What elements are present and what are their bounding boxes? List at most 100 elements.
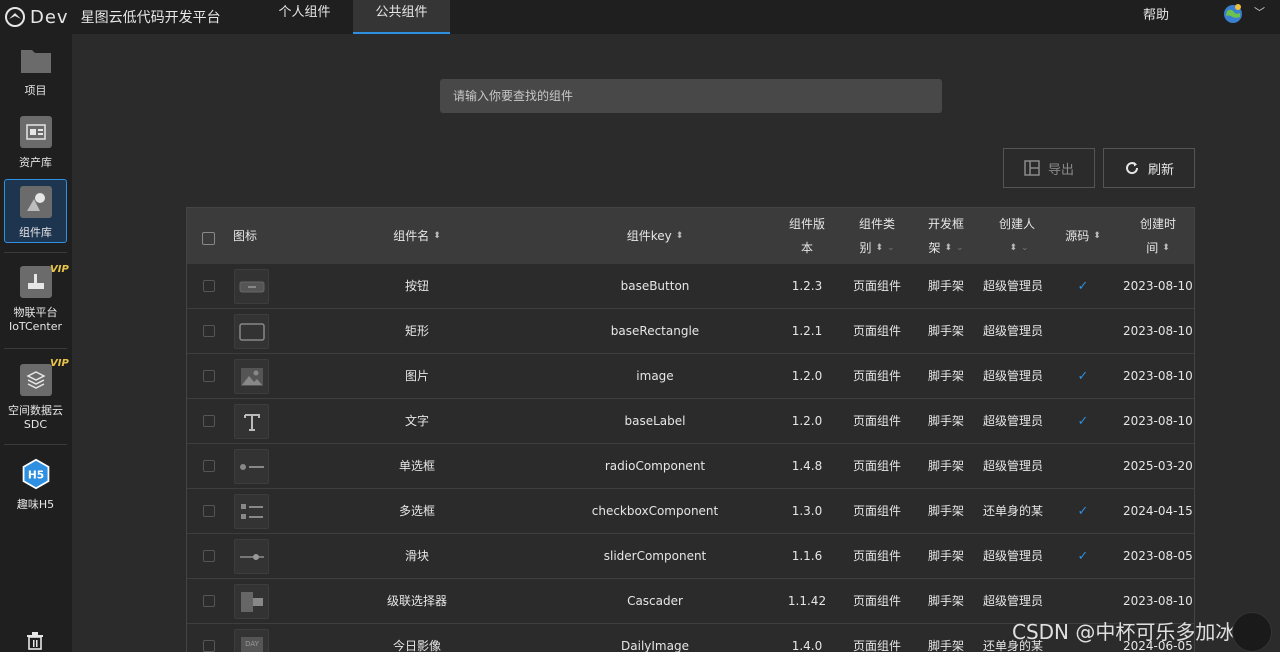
logo[interactable]: Dev 星图云低代码开发平台: [4, 4, 221, 30]
cell-creator: 超级管理员: [983, 549, 1044, 563]
sidebar-item-sublabel: IoTCenter: [8, 320, 63, 333]
filter-icon[interactable]: ⌄: [887, 236, 895, 260]
table-row[interactable]: 文字 baseLabel 1.2.0 页面组件 脚手架 超级管理员 ✓ 2023-08-10: [187, 399, 1194, 444]
globe-avatar-icon[interactable]: [1222, 2, 1244, 24]
sidebar-item-projects[interactable]: 项目: [4, 44, 67, 104]
sidebar-item-sdc[interactable]: 空间数据云 SDC: [4, 364, 67, 436]
sort-icon[interactable]: ⬍: [875, 236, 883, 260]
filter-icon[interactable]: ⌄: [1021, 236, 1029, 260]
divider: [4, 348, 67, 349]
header-created-label-2: 间: [1146, 241, 1159, 255]
cell-framework: 脚手架: [927, 549, 964, 563]
header-framework[interactable]: 开发框 架 ⬍ ⌄: [915, 208, 977, 264]
row-checkbox[interactable]: [203, 325, 215, 337]
header-version-label-2: 本: [800, 241, 813, 255]
header-creator[interactable]: 创建人 ⬍ ⌄: [983, 208, 1051, 264]
cell-key: DailyImage: [621, 639, 689, 652]
export-icon: [1024, 160, 1040, 176]
cell-created: 2023-08-05: [1123, 549, 1193, 563]
sort-icon[interactable]: ⬍: [944, 236, 952, 260]
cell-framework: 脚手架: [927, 279, 964, 293]
table-row[interactable]: 图片 image 1.2.0 页面组件 脚手架 超级管理员 ✓ 2023-08-10: [187, 354, 1194, 399]
cell-key: checkboxComponent: [591, 504, 719, 518]
cell-key: radioComponent: [604, 459, 706, 473]
table-row[interactable]: 按钮 baseButton 1.2.3 页面组件 脚手架 超级管理员 ✓ 2023-08-10: [187, 264, 1194, 309]
source-check-icon: ✓: [1077, 549, 1089, 564]
asset-card-icon: [19, 116, 52, 148]
row-checkbox[interactable]: [203, 640, 215, 652]
header-icon: 图标: [233, 229, 258, 243]
row-checkbox[interactable]: [203, 280, 215, 292]
cell-framework: 脚手架: [927, 504, 964, 518]
sidebar-item-iot[interactable]: 物联平台 IoTCenter: [4, 266, 67, 338]
h5-icon: H5: [20, 458, 52, 490]
header-name[interactable]: 组件名 ⬍: [337, 208, 497, 264]
header-source-label: 源码: [1065, 229, 1090, 243]
cascader-thumb-icon: [234, 584, 269, 619]
button-thumb-icon: [234, 269, 269, 304]
cell-version: 1.4.0: [791, 639, 823, 652]
cell-key: Cascader: [627, 594, 683, 608]
header-key[interactable]: 组件key ⬍: [575, 208, 735, 264]
sidebar-item-assets[interactable]: 资产库: [4, 116, 67, 176]
select-all-checkbox[interactable]: [202, 232, 215, 245]
header-category[interactable]: 组件类 别 ⬍ ⌄: [843, 208, 911, 264]
help-link[interactable]: 帮助: [1143, 4, 1169, 23]
cell-category: 页面组件: [852, 459, 901, 473]
sidebar-item-label: 空间数据云: [8, 404, 63, 417]
cell-category: 页面组件: [852, 594, 901, 608]
header-category-label: 组件类: [858, 217, 895, 231]
source-check-icon: ✓: [1077, 414, 1089, 429]
cell-creator: 超级管理员: [983, 459, 1044, 473]
sidebar-item-label: 资产库: [19, 156, 52, 169]
sort-icon[interactable]: ⬍: [1162, 236, 1170, 260]
source-check-icon: ✓: [1077, 279, 1089, 294]
header-framework-label-2: 架: [928, 241, 941, 255]
cell-category: 页面组件: [852, 549, 901, 563]
row-checkbox[interactable]: [203, 550, 215, 562]
row-checkbox[interactable]: [203, 460, 215, 472]
cell-name: 文字: [404, 414, 429, 428]
source-check-icon: ✓: [1077, 369, 1089, 384]
chevron-down-icon[interactable]: ﹀: [1254, 4, 1265, 20]
header-created-label: 创建时: [1139, 217, 1176, 231]
cell-framework: 脚手架: [927, 369, 964, 383]
logo-text: Dev: [30, 6, 69, 28]
header-key-label: 组件key: [626, 229, 672, 243]
sidebar-item-h5[interactable]: H5 趣味H5: [4, 458, 67, 518]
trash-icon[interactable]: [26, 632, 44, 650]
row-checkbox[interactable]: [203, 415, 215, 427]
table-row[interactable]: 多选框 checkboxComponent 1.3.0 页面组件 脚手架 还单身的某 ✓ 20…: [187, 489, 1194, 534]
sort-icon[interactable]: ⬍: [433, 224, 441, 248]
cell-creator: 超级管理员: [983, 279, 1044, 293]
cell-key: baseLabel: [624, 414, 686, 428]
cell-name: 矩形: [404, 324, 429, 338]
tab-personal-components[interactable]: 个人组件: [262, 0, 347, 34]
cell-name: 今日影像: [392, 639, 441, 652]
sort-icon[interactable]: ⬍: [1009, 236, 1017, 260]
export-button[interactable]: 导出: [1003, 148, 1095, 188]
sort-icon[interactable]: ⬍: [1093, 224, 1101, 248]
sort-icon[interactable]: ⬍: [676, 224, 684, 248]
filter-icon[interactable]: ⌄: [956, 236, 964, 260]
layers-icon: [19, 364, 52, 396]
cell-created: 2023-08-10: [1123, 414, 1193, 428]
header-created[interactable]: 创建时 间 ⬍: [1123, 208, 1193, 264]
row-checkbox[interactable]: [203, 595, 215, 607]
cell-creator: 还单身的某: [983, 504, 1044, 518]
refresh-button[interactable]: 刷新: [1103, 148, 1195, 188]
header-source[interactable]: 源码 ⬍: [1057, 208, 1109, 264]
row-checkbox[interactable]: [203, 505, 215, 517]
table-row[interactable]: 单选框 radioComponent 1.4.8 页面组件 脚手架 超级管理员 2025-0…: [187, 444, 1194, 489]
tab-public-components[interactable]: 公共组件: [353, 0, 450, 34]
table-row[interactable]: 矩形 baseRectangle 1.2.1 页面组件 脚手架 超级管理员 2023-08-…: [187, 309, 1194, 354]
row-checkbox[interactable]: [203, 370, 215, 382]
sidebar-item-label: 趣味H5: [16, 498, 55, 511]
cell-version: 1.1.6: [791, 549, 823, 563]
table-row[interactable]: 滑块 sliderComponent 1.1.6 页面组件 脚手架 超级管理员 ✓ 2023-…: [187, 534, 1194, 579]
search-input[interactable]: [440, 79, 942, 113]
divider: [4, 252, 67, 253]
cell-framework: 脚手架: [927, 324, 964, 338]
sidebar-item-components[interactable]: 组件库: [4, 179, 67, 243]
text-thumb-icon: [234, 404, 269, 439]
